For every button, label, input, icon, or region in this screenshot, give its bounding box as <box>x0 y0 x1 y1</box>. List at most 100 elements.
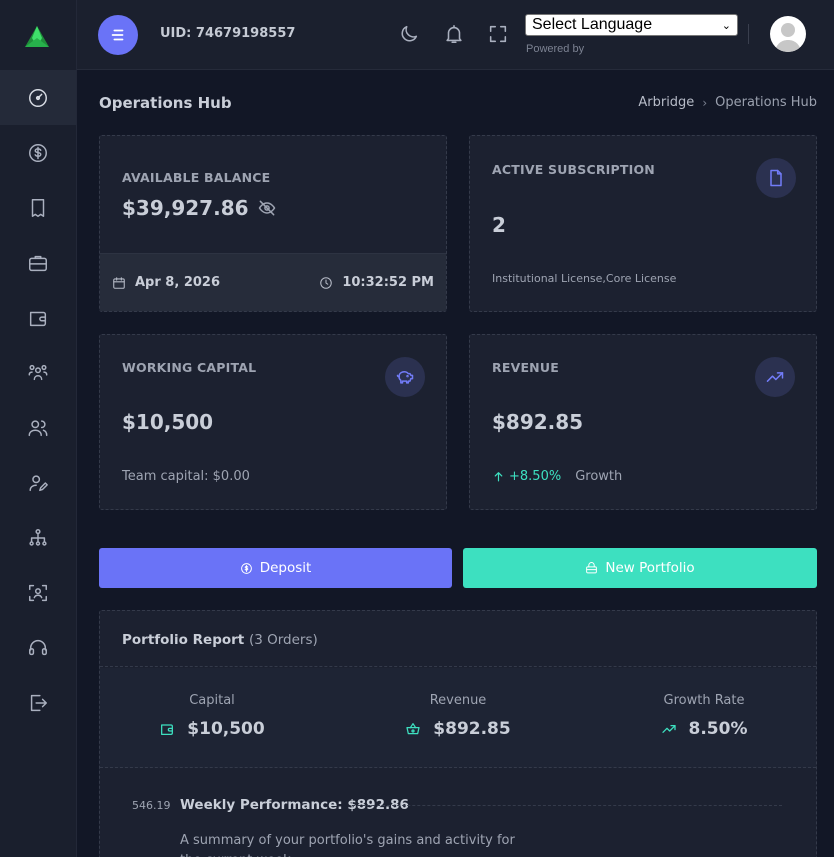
subscription-value: 2 <box>492 213 506 237</box>
row-number: 546.19 <box>132 799 171 812</box>
users-icon <box>28 419 48 436</box>
portfolio-report-card: Portfolio Report (3 Orders) Capital $10,… <box>99 610 817 857</box>
stat-growth-label: Growth Rate <box>663 693 745 708</box>
working-capital-value: $10,500 <box>122 410 214 434</box>
subscription-label: ACTIVE SUBSCRIPTION <box>492 162 655 177</box>
working-capital-card: WORKING CAPITAL $10,500 Team capital: $0… <box>99 334 447 510</box>
logo-icon[interactable] <box>24 24 50 50</box>
stat-capital-label: Capital <box>189 693 235 708</box>
sidebar-item-kyc[interactable] <box>0 565 76 620</box>
sidebar-item-receipts[interactable] <box>0 180 76 235</box>
row-divider <box>352 805 782 806</box>
new-portfolio-button[interactable]: New Portfolio <box>463 548 817 588</box>
deposit-label: Deposit <box>259 560 312 576</box>
user-id: UID: 74679198557 <box>160 26 296 41</box>
balance-time-text: 10:32:52 PM <box>342 275 434 290</box>
avatar[interactable] <box>770 16 806 52</box>
growth-indicator: +8.50% <box>492 469 561 484</box>
piggy-bank-icon <box>396 371 414 384</box>
language-select[interactable]: Select Language ⌄ <box>525 14 738 36</box>
balance-footer: Apr 8, 2026 10:32:52 PM <box>100 253 446 311</box>
chevron-down-icon: ⌄ <box>721 19 731 32</box>
menu-toggle-button[interactable] <box>98 15 138 55</box>
breadcrumb: Arbridge › Operations Hub <box>638 95 817 110</box>
sidebar-item-finance[interactable] <box>0 125 76 180</box>
stat-revenue-value: $892.85 <box>433 719 511 739</box>
language-select-value: Select Language <box>532 16 653 33</box>
portfolio-header: Portfolio Report (3 Orders) <box>100 611 816 667</box>
portfolio-title-text: Portfolio Report <box>122 632 245 648</box>
receipt-icon <box>31 198 45 217</box>
new-portfolio-label: New Portfolio <box>605 560 695 576</box>
team-capital-text: Team capital: $0.00 <box>122 469 250 484</box>
stat-capital-value-row: $10,500 <box>100 719 332 739</box>
stat-growth-value-row: 8.50% <box>584 719 816 739</box>
portfolio-order-count: (3 Orders) <box>248 632 318 648</box>
logout-icon <box>30 694 47 711</box>
chevron-right-icon: › <box>702 95 708 110</box>
balance-time: 10:32:52 PM <box>319 275 434 290</box>
revenue-badge <box>755 357 795 397</box>
user-edit-icon <box>29 474 48 491</box>
growth-label: Growth <box>575 469 623 484</box>
sidebar <box>0 0 77 857</box>
weekly-performance-description: A summary of your portfolio's gains and … <box>180 833 515 857</box>
trending-up-icon <box>766 372 784 382</box>
notifications-button[interactable] <box>443 23 467 47</box>
stat-capital-value: $10,500 <box>187 719 265 739</box>
balance-label: AVAILABLE BALANCE <box>122 170 271 185</box>
dark-mode-toggle[interactable] <box>398 23 422 47</box>
basket-icon <box>586 561 598 573</box>
sidebar-item-profile[interactable] <box>0 455 76 510</box>
stat-revenue-label: Revenue <box>429 693 487 708</box>
sidebar-item-support[interactable] <box>0 620 76 675</box>
revenue-growth-row: +8.50% Growth <box>492 469 622 484</box>
eye-off-icon[interactable] <box>257 198 277 218</box>
briefcase-icon <box>29 255 47 271</box>
top-header: UID: 74679198557 Select Language ⌄ Power… <box>77 0 834 70</box>
sidebar-item-wallet[interactable] <box>0 290 76 345</box>
subscription-badge <box>756 158 796 198</box>
arrow-up-icon <box>494 472 503 482</box>
clock-icon <box>320 276 333 289</box>
wallet-icon <box>29 311 47 326</box>
hierarchy-icon <box>29 528 47 546</box>
headset-icon <box>29 639 47 655</box>
user-avatar-icon <box>775 23 801 52</box>
available-balance-card: AVAILABLE BALANCE $39,927.86 Apr 8, 2026… <box>99 135 447 312</box>
sidebar-item-team[interactable] <box>0 345 76 400</box>
working-capital-label: WORKING CAPITAL <box>122 360 257 375</box>
deposit-button[interactable]: Deposit <box>99 548 452 588</box>
trending-up-icon <box>661 725 676 733</box>
sidebar-item-users[interactable] <box>0 400 76 455</box>
calendar-icon <box>113 276 125 289</box>
stat-growth-value: 8.50% <box>688 719 748 739</box>
sidebar-item-network[interactable] <box>0 510 76 565</box>
breadcrumb-current: Operations Hub <box>715 95 817 110</box>
working-capital-badge <box>385 357 425 397</box>
balance-value-row: $39,927.86 <box>122 196 277 220</box>
subscription-list: Institutional License,Core License <box>492 272 677 285</box>
team-icon <box>28 364 48 380</box>
balance-date: Apr 8, 2026 <box>112 275 220 290</box>
page-title: Operations Hub <box>99 94 232 112</box>
wallet-icon <box>161 724 174 735</box>
coin-icon <box>240 562 252 574</box>
portfolio-title: Portfolio Report (3 Orders) <box>122 632 318 648</box>
sidebar-item-logout[interactable] <box>0 675 76 730</box>
basket-icon <box>406 723 420 735</box>
sidebar-item-portfolio[interactable] <box>0 235 76 290</box>
fullscreen-icon <box>489 25 507 43</box>
revenue-value: $892.85 <box>492 410 584 434</box>
fullscreen-button[interactable] <box>487 23 511 47</box>
sidebar-item-dashboard[interactable] <box>0 70 76 125</box>
powered-by-text: Powered by <box>526 43 585 55</box>
menu-icon <box>111 29 124 41</box>
breadcrumb-home[interactable]: Arbridge <box>638 95 694 110</box>
balance-value: $39,927.86 <box>122 196 249 220</box>
stat-revenue-value-row: $892.85 <box>338 719 578 739</box>
revenue-card: REVENUE $892.85 +8.50% Growth <box>469 334 817 510</box>
moon-icon <box>401 25 418 42</box>
dashboard-icon <box>29 88 47 107</box>
header-divider <box>748 24 749 44</box>
